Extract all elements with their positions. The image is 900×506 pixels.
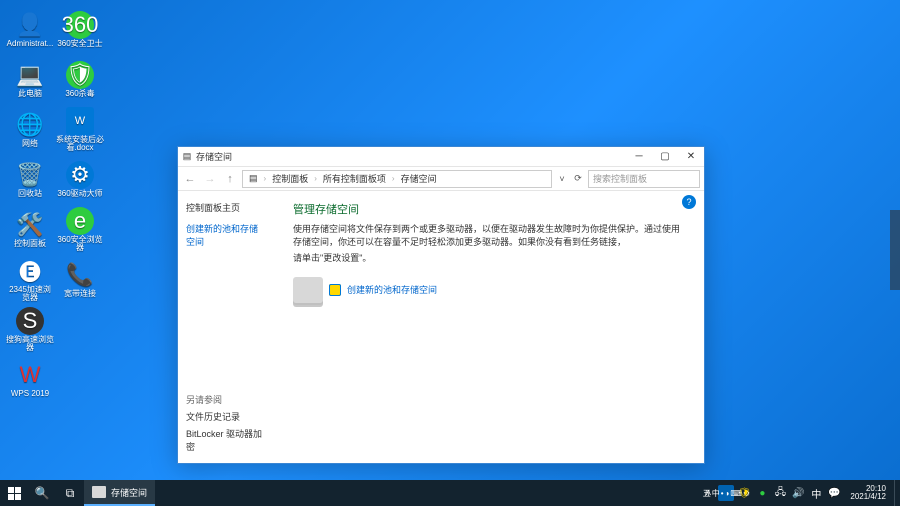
desktop-col-1: 👤Administrat... 💻此电脑 🌐网络 🗑️回收站 🛠️控制面板 🅔2… [5,5,55,403]
desktop-icon-recycle[interactable]: 🗑️回收站 [5,155,55,203]
sidebar: 控制面板主页 创建新的池和存储空间 另请参阅 文件历史记录 BitLocker … [178,191,273,463]
desktop-icon-admin[interactable]: 👤Administrat... [5,5,55,53]
uac-shield-icon [329,284,341,296]
refresh-button[interactable]: ⟳ [572,173,584,184]
sogou-icon: S [16,307,44,335]
system-tray: ˄ 五中•◑⌨⚙ 🛡 ● 🖧 🔊 中 💬 20:10 2021/4/12 [700,480,900,506]
breadcrumb-icon: ▤ [249,173,258,184]
window-icon: ▤ [178,151,196,162]
desktop-icon-360drv[interactable]: ⚙360驱动大师 [55,155,105,203]
desktop-icon-thispc[interactable]: 💻此电脑 [5,55,55,103]
desktop-icon-dial[interactable]: 📞宽带连接 [55,255,105,303]
windows-logo-icon [8,487,21,500]
window-control-buttons: ─ ▢ ✕ [626,147,704,166]
ie-icon: 🅔 [16,257,44,285]
nav-back-button[interactable]: ← [182,171,198,187]
edge-watermark [890,210,900,290]
recycle-icon: 🗑️ [16,161,44,189]
window-titlebar[interactable]: ▤ 存储空间 ─ ▢ ✕ [178,147,704,167]
chevron-right-icon: › [392,174,395,183]
search-placeholder: 搜索控制面板 [593,172,647,185]
tray-security-icon[interactable]: 🛡 [736,485,752,501]
see-also-bitlocker[interactable]: BitLocker 驱动器加密 [186,427,265,453]
window-title: 存储空间 [196,150,626,163]
desktop-icon-2345[interactable]: 🅔2345加速浏览器 [5,255,55,303]
help-icon[interactable]: ? [682,195,696,209]
taskbar-app-label: 存储空间 [111,486,147,499]
see-also-title: 另请参阅 [186,393,265,406]
create-pool-row: 创建新的池和存储空间 [293,277,684,303]
docx-icon: W [66,107,94,135]
360brw-icon: e [66,207,94,235]
chevron-right-icon: › [264,174,267,183]
maximize-button[interactable]: ▢ [652,147,678,166]
desktop-icons: 👤Administrat... 💻此电脑 🌐网络 🗑️回收站 🛠️控制面板 🅔2… [5,5,105,403]
desktop-icon-sogou[interactable]: S搜狗高速浏览器 [5,305,55,353]
desktop-icon-docx[interactable]: W系统安装后必看.docx [55,105,105,153]
minimize-button[interactable]: ─ [626,147,652,166]
pc-icon: 💻 [16,61,44,89]
desktop-icon-360brw[interactable]: e360安全浏览器 [55,205,105,253]
tray-ime-toolbar[interactable]: 五中•◑⌨⚙ [718,485,734,501]
tray-volume-icon[interactable]: 🔊 [790,485,806,501]
see-also-file-history[interactable]: 文件历史记录 [186,410,265,423]
taskbar: 🔍 ⧉ 存储空间 ˄ 五中•◑⌨⚙ 🛡 ● 🖧 🔊 中 💬 20:10 2021… [0,480,900,506]
desktop-icon-wps[interactable]: WWPS 2019 [5,355,55,403]
close-button[interactable]: ✕ [678,147,704,166]
taskbar-clock[interactable]: 20:10 2021/4/12 [850,485,886,501]
breadcrumb-item[interactable]: 控制面板 [272,172,308,185]
taskview-button[interactable]: ⧉ [56,480,84,506]
show-desktop-button[interactable] [894,480,898,506]
storage-app-icon [92,486,106,498]
wps-icon: W [16,361,44,389]
tray-network-icon[interactable]: 🖧 [772,485,788,501]
desktop-col-2: 360360安全卫士 🛡360杀毒 W系统安装后必看.docx ⚙360驱动大师… [55,5,105,403]
sidebar-create-link[interactable]: 创建新的池和存储空间 [186,222,265,248]
360drv-icon: ⚙ [66,161,94,189]
breadcrumb-item[interactable]: 存储空间 [401,172,437,185]
taskbar-app-storage[interactable]: 存储空间 [84,480,155,506]
nav-up-button[interactable]: ↑ [222,171,238,187]
create-pool-link[interactable]: 创建新的池和存储空间 [347,283,437,296]
desktop-icon-network[interactable]: 🌐网络 [5,105,55,153]
search-button[interactable]: 🔍 [28,480,56,506]
desktop-icon-cpanel[interactable]: 🛠️控制面板 [5,205,55,253]
360b-icon: 🛡 [66,61,94,89]
clock-date: 2021/4/12 [850,493,886,501]
cpanel-icon: 🛠️ [16,211,44,239]
main-description-2: 请单击"更改设置"。 [293,252,684,265]
sidebar-see-also: 另请参阅 文件历史记录 BitLocker 驱动器加密 [186,393,265,453]
start-button[interactable] [0,480,28,506]
desktop-icon-360av[interactable]: 🛡360杀毒 [55,55,105,103]
breadcrumb[interactable]: ▤ › 控制面板 › 所有控制面板项 › 存储空间 [242,170,552,188]
window-toolbar: ← → ↑ ▤ › 控制面板 › 所有控制面板项 › 存储空间 ˅ ⟳ 搜索控制… [178,167,704,191]
sidebar-home-link[interactable]: 控制面板主页 [186,201,265,214]
search-input[interactable]: 搜索控制面板 [588,170,700,188]
user-icon: 👤 [16,11,44,39]
main-description-1: 使用存储空间将文件保存到两个或更多驱动器，以便在驱动器发生故障时为你提供保护。通… [293,223,684,248]
nav-forward-button[interactable]: → [202,171,218,187]
main-content: 管理存储空间 使用存储空间将文件保存到两个或更多驱动器，以便在驱动器发生故障时为… [273,191,704,463]
storage-spaces-window: ▤ 存储空间 ─ ▢ ✕ ← → ↑ ▤ › 控制面板 › 所有控制面板项 › … [177,146,705,464]
desktop-icon-360guard[interactable]: 360360安全卫士 [55,5,105,53]
window-body: 控制面板主页 创建新的池和存储空间 另请参阅 文件历史记录 BitLocker … [178,191,704,463]
tray-ime-mode-icon[interactable]: 中 [808,485,824,501]
breadcrumb-item[interactable]: 所有控制面板项 [323,172,386,185]
tray-360-icon[interactable]: ● [754,485,770,501]
address-dropdown[interactable]: ˅ [556,174,568,184]
main-heading: 管理存储空间 [293,201,684,217]
network-icon: 🌐 [16,111,44,139]
tray-action-center-icon[interactable]: 💬 [826,485,842,501]
360a-icon: 360 [66,11,94,39]
harddrive-stack-icon [293,277,323,303]
chevron-right-icon: › [314,174,317,183]
dial-icon: 📞 [66,261,94,289]
